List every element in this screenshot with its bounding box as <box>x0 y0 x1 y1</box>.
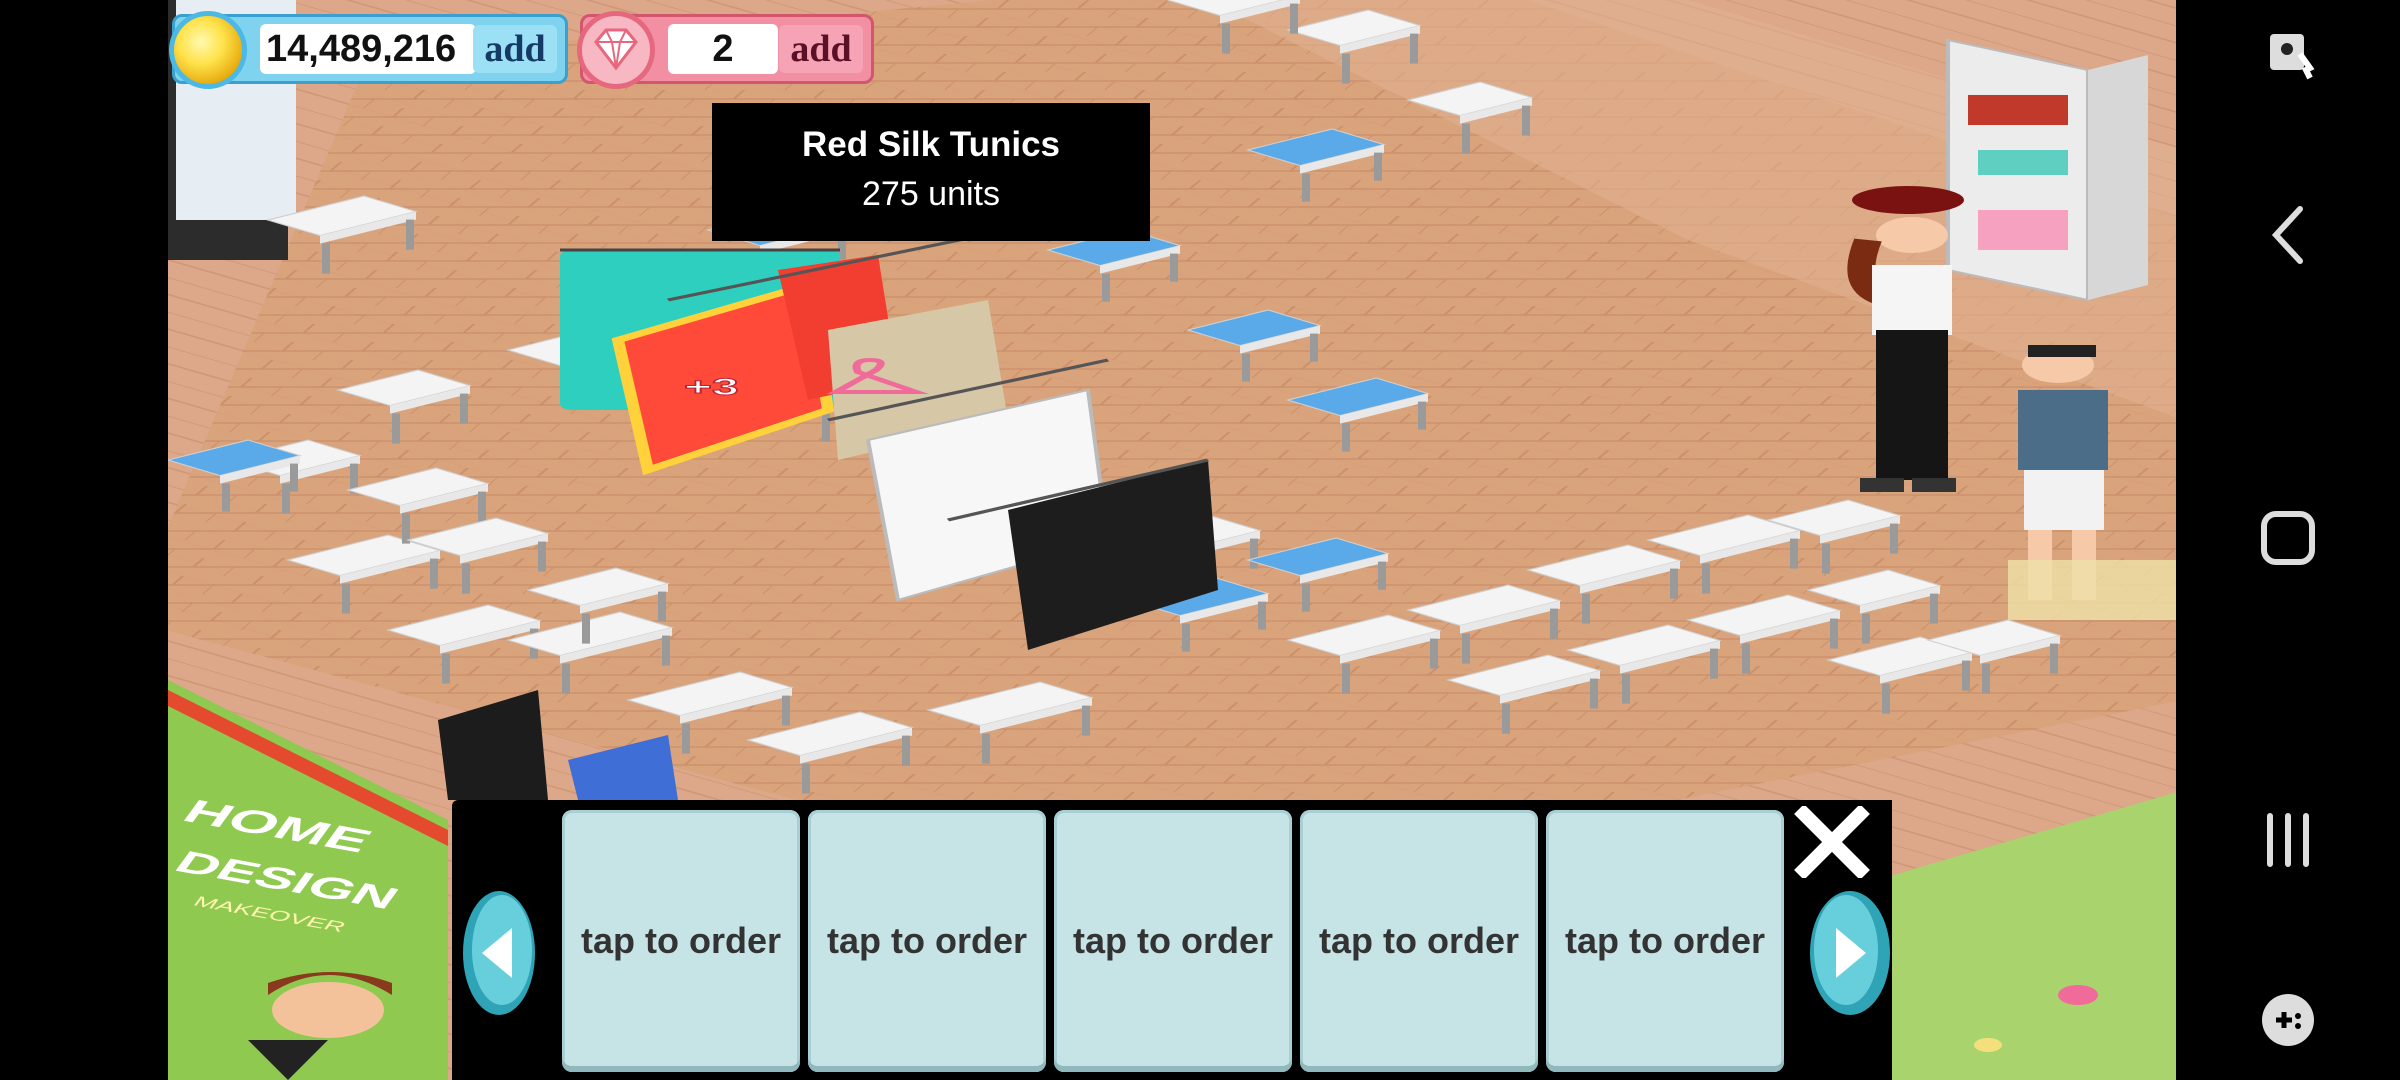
screen-lock-icon[interactable] <box>2238 4 2338 104</box>
order-slot-4[interactable]: tap to order <box>1300 810 1538 1072</box>
order-slot-5[interactable]: tap to order <box>1546 810 1784 1072</box>
order-panel: tap to order tap to order tap to order t… <box>452 800 1892 1080</box>
bonus-text: +3 <box>684 374 739 401</box>
item-tooltip: Red Silk Tunics 275 units <box>712 103 1150 241</box>
next-arrow-button[interactable] <box>1800 888 1890 1018</box>
shoe-shelf[interactable] <box>1946 38 2148 302</box>
order-slot-2[interactable]: tap to order <box>808 810 1046 1072</box>
game-tools-icon[interactable] <box>2238 970 2338 1070</box>
close-icon[interactable] <box>1792 806 1872 878</box>
add-coins-button[interactable]: add <box>473 25 557 73</box>
home-icon[interactable] <box>2238 488 2338 588</box>
flower-icon <box>2058 985 2098 1005</box>
back-icon[interactable] <box>2238 185 2338 285</box>
flower-icon <box>1974 1038 2002 1052</box>
previous-arrow-button[interactable] <box>454 888 544 1018</box>
tooltip-item-name: Red Silk Tunics <box>801 125 1061 164</box>
add-gems-button[interactable]: add <box>779 25 863 73</box>
order-slot-3[interactable]: tap to order <box>1054 810 1292 1072</box>
coin-icon <box>169 11 247 89</box>
android-navigation-bar <box>2176 0 2400 1080</box>
recent-apps-icon[interactable] <box>2238 790 2338 890</box>
order-slot-1[interactable]: tap to order <box>562 810 800 1072</box>
diamond-icon <box>577 11 655 89</box>
gem-balance-panel: 2 add <box>577 11 874 89</box>
tooltip-quantity: 275 units <box>862 175 1000 213</box>
coin-balance-panel: 14,489,216 add <box>169 11 568 89</box>
coin-balance: 14,489,216 <box>260 24 476 74</box>
gem-balance: 2 <box>668 24 778 74</box>
